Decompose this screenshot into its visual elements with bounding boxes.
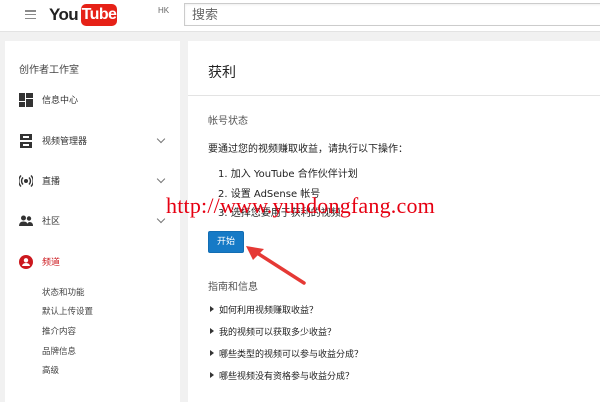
sidebar-subitem-advanced[interactable]: 高级: [42, 364, 59, 376]
sidebar: 创作者工作室 信息中心 视频管理器 直播 社区 频道 状态和功能 默认上传设置 …: [5, 41, 180, 402]
red-arrow-annotation: [246, 246, 306, 285]
account-status-heading: 帐号状态: [208, 116, 248, 127]
sidebar-title: 创作者工作室: [19, 65, 79, 76]
logo-text-tube: Tube: [81, 4, 117, 26]
triangle-right-icon: [210, 350, 214, 356]
sidebar-item-label: 视频管理器: [42, 137, 88, 147]
sidebar-item-dashboard[interactable]: 信息中心: [5, 89, 180, 111]
guide-link-label: 哪些视频没有资格参与收益分成？: [219, 372, 355, 382]
start-button[interactable]: 开始: [208, 231, 244, 253]
sidebar-item-community[interactable]: 社区: [5, 210, 180, 232]
sidebar-item-label: 直播: [42, 177, 61, 187]
chevron-down-icon[interactable]: [156, 134, 166, 144]
sidebar-subitem-upload-defaults[interactable]: 默认上传设置: [42, 305, 93, 317]
page-header: 获利: [188, 41, 600, 96]
live-icon: [19, 175, 33, 187]
chevron-down-icon[interactable]: [156, 174, 166, 184]
community-icon: [19, 215, 33, 226]
url-watermark: http://www.yundongfang.com: [166, 193, 435, 218]
logo-region: HK: [158, 6, 170, 15]
hamburger-menu-icon[interactable]: [25, 10, 36, 20]
main-panel: 获利 帐号状态 要通过您的视频赚取收益，请执行以下操作： 1. 加入 YouTu…: [188, 41, 600, 402]
logo-text-you: You: [49, 5, 79, 24]
sidebar-item-label: 频道: [42, 258, 61, 268]
monetization-intro: 要通过您的视频赚取收益，请执行以下操作：: [208, 144, 408, 155]
search-input[interactable]: [185, 5, 600, 26]
triangle-right-icon: [210, 306, 214, 312]
page-title: 获利: [208, 65, 236, 81]
sidebar-item-channel[interactable]: 频道: [5, 251, 180, 273]
triangle-right-icon: [210, 328, 214, 334]
sidebar-subitem-status[interactable]: 状态和功能: [42, 286, 85, 298]
chevron-down-icon[interactable]: [156, 214, 166, 224]
sidebar-item-video-manager[interactable]: 视频管理器: [5, 130, 180, 152]
dashboard-icon: [19, 93, 33, 107]
video-manager-icon: [20, 134, 32, 148]
guide-link[interactable]: 哪些类型的视频可以参与收益分成？: [210, 347, 363, 360]
sidebar-item-label: 社区: [42, 217, 61, 227]
top-bar: You Tube HK: [0, 0, 600, 32]
search-box[interactable]: [184, 3, 600, 26]
guide-link-label: 哪些类型的视频可以参与收益分成？: [219, 350, 364, 360]
sidebar-subitem-featured[interactable]: 推介内容: [42, 325, 76, 337]
sidebar-item-live[interactable]: 直播: [5, 170, 180, 192]
guide-link-label: 我的视频可以获取多少收益？: [219, 328, 337, 338]
triangle-right-icon: [210, 372, 214, 378]
sidebar-item-label: 信息中心: [42, 96, 79, 106]
guide-link[interactable]: 如何利用视频赚取收益？: [210, 303, 318, 316]
guide-link-label: 如何利用视频赚取收益？: [219, 306, 319, 316]
step-item: 1. 加入 YouTube 合作伙伴计划: [218, 169, 358, 180]
channel-icon: [19, 255, 33, 269]
guide-link[interactable]: 哪些视频没有资格参与收益分成？: [210, 369, 354, 382]
sidebar-subitem-branding[interactable]: 品牌信息: [42, 345, 76, 357]
guide-link[interactable]: 我的视频可以获取多少收益？: [210, 325, 336, 338]
